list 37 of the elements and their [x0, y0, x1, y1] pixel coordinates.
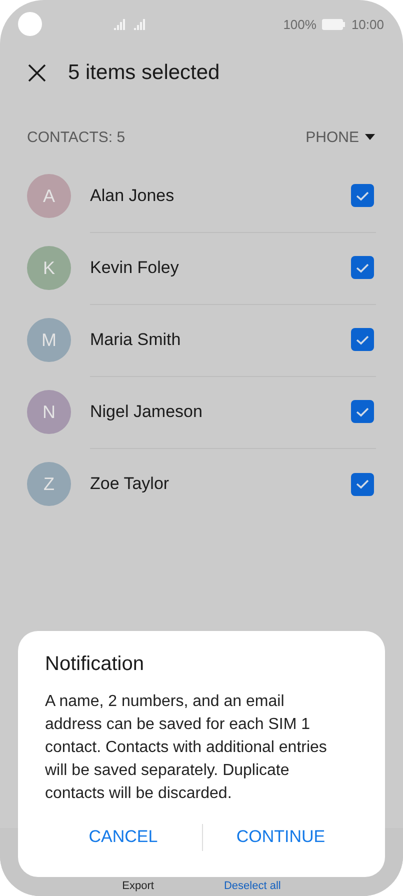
checkmark-icon — [356, 334, 369, 344]
contact-name[interactable]: Nigel Jameson — [90, 402, 202, 422]
deselect-all-button[interactable]: Deselect all — [224, 880, 281, 892]
contacts-count: CONTACTS: 5 — [27, 128, 126, 146]
contact-avatar: Z — [27, 462, 71, 506]
contact-checkbox[interactable] — [351, 472, 374, 496]
continue-button[interactable]: CONTINUE — [202, 819, 359, 855]
dialog-message: A name, 2 numbers, and an email address can be saved for each SIM 1 contact. Contacts with additional entries will be saved separately. Duplicate contacts will be discarded. — [45, 692, 328, 804]
contact-avatar: M — [27, 318, 71, 362]
export-button[interactable]: Export — [122, 880, 154, 892]
signal-icon — [134, 18, 148, 30]
signal-icon — [114, 18, 128, 30]
contact-checkbox[interactable] — [351, 184, 374, 207]
checkmark-icon — [356, 406, 369, 416]
caret-icon — [365, 134, 375, 140]
contact-checkbox[interactable] — [351, 256, 374, 279]
contact-name[interactable]: Maria Smith — [90, 330, 181, 350]
contact-avatar: N — [27, 390, 71, 434]
status-time: 10:00 — [351, 16, 384, 32]
contact-name[interactable]: Kevin Foley — [90, 258, 179, 278]
contact-checkbox[interactable] — [351, 400, 374, 423]
contact-name[interactable]: Zoe Taylor — [90, 474, 170, 494]
selection-title: 5 items selected — [68, 61, 220, 85]
close-icon[interactable] — [28, 64, 46, 82]
contact-checkbox[interactable] — [351, 328, 374, 351]
checkmark-icon — [356, 262, 369, 272]
phone-filter-dropdown[interactable]: PHONE — [306, 128, 375, 146]
dialog-title: Notification — [45, 653, 145, 676]
battery-icon — [322, 18, 346, 30]
contact-name[interactable]: Alan Jones — [90, 186, 174, 206]
contact-avatar: A — [27, 174, 71, 218]
checkmark-icon — [356, 190, 369, 200]
checkmark-icon — [356, 479, 369, 489]
camera-hole — [18, 12, 42, 36]
battery-percentage: 100% — [283, 16, 316, 32]
cancel-button[interactable]: CANCEL — [45, 819, 202, 855]
contact-avatar: K — [27, 246, 71, 290]
